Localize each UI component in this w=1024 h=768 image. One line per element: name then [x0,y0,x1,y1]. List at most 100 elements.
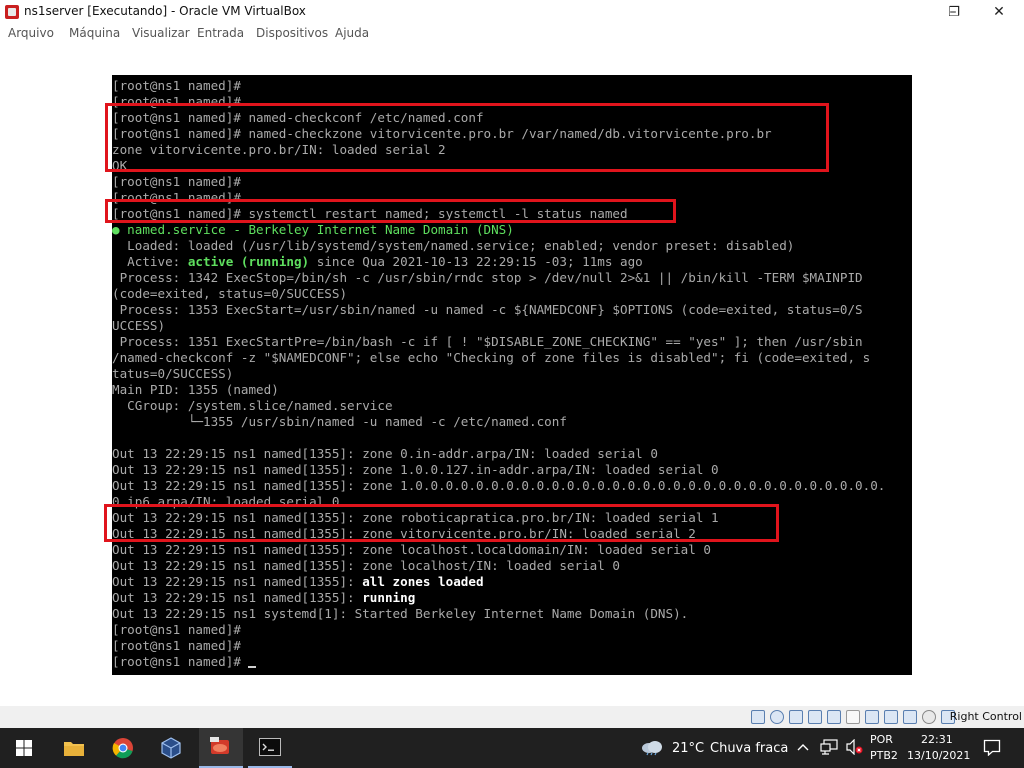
input-language[interactable]: POR [870,733,893,746]
menu-bar: Arquivo Máquina Visualizar Entrada Dispo… [0,24,1024,44]
display-icon[interactable] [865,710,879,724]
terminal-line-text: [root@ns1 named]# [112,622,241,637]
terminal-line-text: Process: 1353 ExecStart=/usr/sbin/named … [112,302,863,317]
weather-description[interactable]: Chuva fraca [710,741,788,756]
video-capture-icon[interactable] [903,710,917,724]
terminal-line-text: Out 13 22:29:15 ns1 named[1355]: zone lo… [112,542,711,557]
terminal-line-rest: since Qua 2021-10-13 22:29:15 -03; 11ms … [309,254,643,269]
shared-folders-icon[interactable] [846,710,860,724]
clock-date[interactable]: 13/10/2021 [907,749,970,762]
menu-visualizar[interactable]: Visualizar [132,26,190,40]
terminal-line-text: Main PID: 1355 (named) [112,382,279,397]
terminal-line: Out 13 22:29:15 ns1 systemd[1]: Started … [112,606,688,622]
chrome-icon [112,738,133,759]
highlight-box-checkconf [105,103,829,172]
terminal-line: [root@ns1 named]# [112,622,241,638]
network-tray-icon[interactable] [820,739,838,755]
terminal-line: Out 13 22:29:15 ns1 named[1355]: running [112,590,415,606]
terminal-line: (code=exited, status=0/SUCCESS) [112,286,347,302]
usb-icon[interactable] [827,710,841,724]
menu-ajuda[interactable]: Ajuda [335,26,369,40]
notification-center-icon[interactable] [983,739,1001,756]
menu-maquina[interactable]: Máquina [69,26,120,40]
terminal-line-text: UCCESS) [112,318,166,333]
volume-muted-icon[interactable] [845,739,863,755]
cpu-icon[interactable] [922,710,936,724]
terminal-line-text: Out 13 22:29:15 ns1 named[1355]: zone 1.… [112,462,719,477]
terminal-line-text: tatus=0/SUCCESS) [112,366,234,381]
status-bullet-icon: ● named.service - Berkeley Internet Name… [112,222,514,237]
terminal-line-text: Out 13 22:29:15 ns1 named[1355]: zone 1.… [112,478,886,493]
ns1server-vm-taskbar-button[interactable] [199,728,243,768]
terminal-line: Process: 1351 ExecStartPre=/bin/bash -c … [112,334,863,350]
terminal-line: Process: 1353 ExecStart=/usr/sbin/named … [112,302,863,318]
menu-dispositivos[interactable]: Dispositivos [256,26,328,40]
terminal-line: Out 13 22:29:15 ns1 named[1355]: zone lo… [112,542,711,558]
terminal-line: Out 13 22:29:15 ns1 named[1355]: all zon… [112,574,484,590]
terminal-line: tatus=0/SUCCESS) [112,366,233,382]
terminal-line-text: Out 13 22:29:15 ns1 systemd[1]: Started … [112,606,689,621]
terminal-line-text: Out 13 22:29:15 ns1 named[1355]: zone 0.… [112,446,658,461]
terminal-line: [root@ns1 named]# [112,654,257,670]
virtualbox-cube-icon [161,737,181,759]
chevron-up-icon[interactable] [797,742,809,752]
optical-drive-icon[interactable] [770,710,784,724]
terminal-line: Process: 1342 ExecStop=/bin/sh -c /usr/s… [112,270,863,286]
clock-time[interactable]: 22:31 [921,733,953,746]
terminal-line-text: Out 13 22:29:15 ns1 named[1355]: [112,574,363,589]
vm-status-bar: Right Control [0,706,1024,728]
vm-window-icon [210,737,229,754]
active-status-text: active (running) [187,254,310,269]
menu-entrada[interactable]: Entrada [197,26,244,40]
highlight-box-restart [105,199,676,223]
text-cursor [248,666,257,668]
window-titlebar: ns1server [Executando] - Oracle VM Virtu… [0,0,1024,24]
terminal-line: Active: active (running) since Qua 2021-… [112,254,643,270]
window-title: ns1server [Executando] - Oracle VM Virtu… [24,4,306,18]
terminal-line-text: CGroup: /system.slice/named.service [112,398,393,413]
terminal-line: Out 13 22:29:15 ns1 named[1355]: zone 1.… [112,462,719,478]
restore-button[interactable]: ❐ [931,0,977,24]
windows-taskbar: 21°C Chuva fraca POR PTB2 22:31 13/10/20… [0,728,1024,768]
terminal-line-text: [root@ns1 named]# [112,638,241,653]
terminal-line-text: Active: [112,254,188,269]
terminal-line: Out 13 22:29:15 ns1 named[1355]: zone lo… [112,558,620,574]
terminal-line-text: (code=exited, status=0/SUCCESS) [112,286,348,301]
terminal-line-text: Process: 1342 ExecStop=/bin/sh -c /usr/s… [112,270,863,285]
weather-temperature[interactable]: 21°C [672,741,704,756]
terminal-bold-text: all zones loaded [362,574,484,589]
terminal-line-text: Process: 1351 ExecStartPre=/bin/bash -c … [112,334,863,349]
terminal-icon [259,738,281,756]
close-button[interactable]: ✕ [976,0,1022,24]
virtualbox-taskbar-button[interactable] [149,728,193,768]
terminal-line: Out 13 22:29:15 ns1 named[1355]: zone 0.… [112,446,658,462]
host-key-label: Right Control [949,710,1022,723]
start-button[interactable] [2,728,46,768]
terminal-line: [root@ns1 named]# [112,78,241,94]
folder-icon [64,742,84,756]
menu-arquivo[interactable]: Arquivo [8,26,54,40]
terminal-line: ● named.service - Berkeley Internet Name… [112,222,514,238]
keyboard-layout[interactable]: PTB2 [870,749,898,762]
terminal-line: Out 13 22:29:15 ns1 named[1355]: zone 1.… [112,478,885,494]
highlight-box-zones [104,504,779,542]
terminal-line-text: Out 13 22:29:15 ns1 named[1355]: [112,590,363,605]
screen-capture-icon[interactable] [884,710,898,724]
terminal-line: UCCESS) [112,318,165,334]
terminal-line: └─1355 /usr/sbin/named -u named -c /etc/… [112,414,567,430]
hard-disk-icon[interactable] [751,710,765,724]
chrome-button[interactable] [101,728,145,768]
audio-icon[interactable] [789,710,803,724]
terminal-line: CGroup: /system.slice/named.service [112,398,393,414]
terminal-bold-text: running [362,590,416,605]
weather-cloud-icon[interactable] [640,739,664,756]
windows-logo-icon [16,740,32,756]
terminal-line: [root@ns1 named]# [112,638,241,654]
file-explorer-button[interactable] [52,728,96,768]
terminal-line: /named-checkconf -z "$NAMEDCONF"; else e… [112,350,870,366]
terminal-taskbar-button[interactable] [248,728,292,768]
terminal-line-text: └─1355 /usr/sbin/named -u named -c /etc/… [112,414,567,429]
virtualbox-app-icon [5,5,19,19]
terminal-line-text: Out 13 22:29:15 ns1 named[1355]: zone lo… [112,558,620,573]
network-icon[interactable] [808,710,822,724]
